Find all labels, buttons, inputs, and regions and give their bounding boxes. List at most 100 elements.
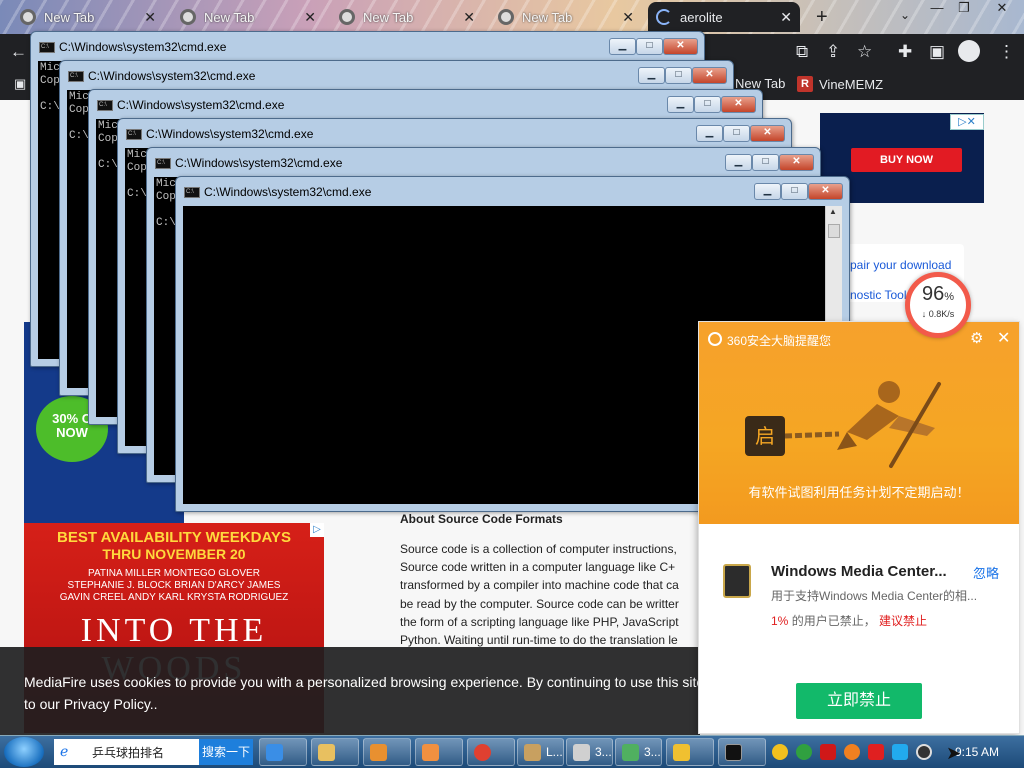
start-orb-icon[interactable]	[4, 737, 44, 767]
ad-cast-line: STEPHANIE J. BLOCK BRIAN D'ARCY JAMES	[67, 580, 281, 591]
security-alert-popup: 360安全大脑提醒您 ⚙ ✕ 启 有软件试图利用任务计划不定期启动！ Windo…	[698, 321, 1020, 734]
minimize-icon[interactable]: ▁	[754, 183, 781, 200]
taskbar-chrome-button[interactable]	[467, 738, 515, 766]
bookmark-app-icon[interactable]: ▣	[14, 76, 26, 92]
taskbar-app-button[interactable]	[415, 738, 463, 766]
close-icon[interactable]: ✕	[663, 38, 698, 55]
close-icon[interactable]: ✕	[997, 328, 1010, 348]
maximize-icon[interactable]: □	[781, 183, 808, 200]
close-icon[interactable]: ✕	[808, 183, 843, 200]
browser-tab[interactable]: New Tab ✕	[172, 2, 324, 32]
taskbar-search-button[interactable]: 搜索一下	[199, 739, 253, 765]
block-stat-text: 的用户已禁止，	[791, 614, 876, 628]
cmd-icon: C:\	[126, 129, 142, 140]
restore-window-icon[interactable]: ❐	[952, 0, 976, 20]
more-menu-icon[interactable]: ⋮	[998, 42, 1015, 62]
taskbar-window-button[interactable]: 3...	[615, 738, 662, 766]
tab-search-chevron-icon[interactable]: ⌄	[900, 8, 910, 22]
gauge-value: 96%	[910, 284, 966, 307]
alert-header: 360安全大脑提醒您 ⚙ ✕ 启 有软件试图利用任务计划不定期启动！	[699, 322, 1019, 524]
extensions-puzzle-icon[interactable]: ✚	[898, 42, 912, 62]
block-stat: 1% 的用户已禁止， 建议禁止	[771, 612, 927, 629]
ad-choices-icon[interactable]: ▷✕	[950, 114, 984, 130]
taskbar-window-button[interactable]: 3...	[566, 738, 613, 766]
bookmark-star-icon[interactable]: ☆	[857, 42, 872, 62]
taskbar-window-button[interactable]: L...	[517, 738, 564, 766]
scroll-thumb[interactable]	[828, 224, 840, 238]
taskbar-media-button[interactable]	[363, 738, 411, 766]
minimize-window-icon[interactable]: —	[925, 0, 949, 20]
taskbar-ie-button[interactable]	[259, 738, 307, 766]
taskbar-button-label: 3...	[595, 745, 612, 759]
profile-avatar-icon[interactable]	[958, 40, 980, 62]
tray-search-icon[interactable]	[844, 744, 860, 760]
tray-360-icon[interactable]	[772, 744, 788, 760]
suggest-block-link[interactable]: 建议禁止	[879, 614, 927, 628]
window-thumbnail-icon	[573, 744, 590, 761]
tray-volume-icon[interactable]	[916, 744, 932, 760]
back-arrow-icon[interactable]: ←	[10, 42, 27, 62]
buy-now-button[interactable]: BUY NOW	[851, 148, 962, 172]
cmd-icon: C:\	[39, 42, 55, 53]
network-speed-gauge[interactable]: 96% ↓ 0.8K/s	[905, 272, 971, 338]
browser-tab[interactable]: New Tab ✕	[490, 2, 642, 32]
taskbar-warning-button[interactable]	[666, 738, 714, 766]
tab-close-icon[interactable]: ✕	[144, 9, 156, 26]
ie-search-icon: ℯ	[60, 743, 69, 759]
block-now-button[interactable]: 立即禁止	[796, 683, 922, 719]
minimize-icon[interactable]: ▁	[638, 67, 665, 84]
taskbar-explorer-button[interactable]	[311, 738, 359, 766]
maximize-icon[interactable]: □	[752, 154, 779, 171]
startup-box-glyph: 启	[755, 424, 775, 448]
cmd-icon: C:\	[155, 158, 171, 169]
settings-gear-icon[interactable]: ⚙	[970, 329, 983, 347]
ad-cast-line: GAVIN CREEL ANDY KARL KRYSTA RODRIGUEZ	[59, 592, 289, 603]
close-window-icon[interactable]: ✕	[990, 0, 1014, 20]
ignore-link[interactable]: 忽略	[973, 563, 999, 582]
ad-subheadline: THRU NOVEMBER 20	[102, 546, 246, 562]
maximize-icon[interactable]: □	[636, 38, 663, 55]
tab-close-icon[interactable]: ✕	[780, 9, 792, 26]
tab-title: New Tab	[44, 9, 95, 25]
close-icon[interactable]: ✕	[750, 125, 785, 142]
maximize-icon[interactable]: □	[665, 67, 692, 84]
loading-spinner-icon	[656, 9, 672, 25]
tray-flag-icon[interactable]	[868, 744, 884, 760]
browser-tab[interactable]: New Tab ✕	[331, 2, 483, 32]
ad-choices-icon[interactable]: ▷	[310, 523, 324, 537]
vinememz-logo-icon: R	[797, 76, 813, 92]
taskbar-cmd-button[interactable]	[718, 738, 766, 766]
block-percent: 1%	[771, 614, 789, 628]
popup-blocked-icon[interactable]: ⧉	[796, 42, 808, 62]
scroll-up-icon[interactable]: ▲	[829, 207, 837, 216]
tray-monitor-icon[interactable]	[892, 744, 908, 760]
minimize-icon[interactable]: ▁	[696, 125, 723, 142]
maximize-icon[interactable]: □	[694, 96, 721, 113]
close-icon[interactable]: ✕	[692, 67, 727, 84]
tab-close-icon[interactable]: ✕	[622, 9, 634, 26]
minimize-icon[interactable]: ▁	[667, 96, 694, 113]
minimize-icon[interactable]: ▁	[609, 38, 636, 55]
bookmark-vinememz[interactable]: R VineMEMZ	[797, 76, 883, 92]
tray-v-icon[interactable]	[820, 744, 836, 760]
browser-tab[interactable]: New Tab ✕	[12, 2, 164, 32]
close-icon[interactable]: ✕	[721, 96, 756, 113]
tab-close-icon[interactable]: ✕	[304, 9, 316, 26]
sidebar-icon[interactable]: ▣	[929, 42, 945, 62]
minimize-icon[interactable]: ▁	[725, 154, 752, 171]
about-line: Source code is a collection of computer …	[400, 542, 677, 556]
maximize-icon[interactable]: □	[723, 125, 750, 142]
gauge-speed: ↓ 0.8K/s	[921, 309, 955, 319]
about-body: Source code is a collection of computer …	[400, 540, 700, 649]
tray-security-icon[interactable]	[796, 744, 812, 760]
browser-tab-active[interactable]: aerolite ✕	[648, 2, 800, 32]
360-logo-icon	[708, 332, 722, 346]
tab-close-icon[interactable]: ✕	[463, 9, 475, 26]
close-icon[interactable]: ✕	[779, 154, 814, 171]
taskbar-clock[interactable]: 9:15 AM	[955, 745, 999, 759]
sale-badge-line2: NOW	[56, 425, 88, 440]
taskbar-search-box[interactable]: 乒乓球拍排名	[54, 739, 199, 765]
share-icon[interactable]: ⇪	[826, 42, 840, 62]
new-tab-plus-icon[interactable]: +	[816, 6, 828, 29]
browser-tabstrip: New Tab ✕ New Tab ✕ New Tab ✕ New Tab ✕ …	[0, 0, 1024, 34]
